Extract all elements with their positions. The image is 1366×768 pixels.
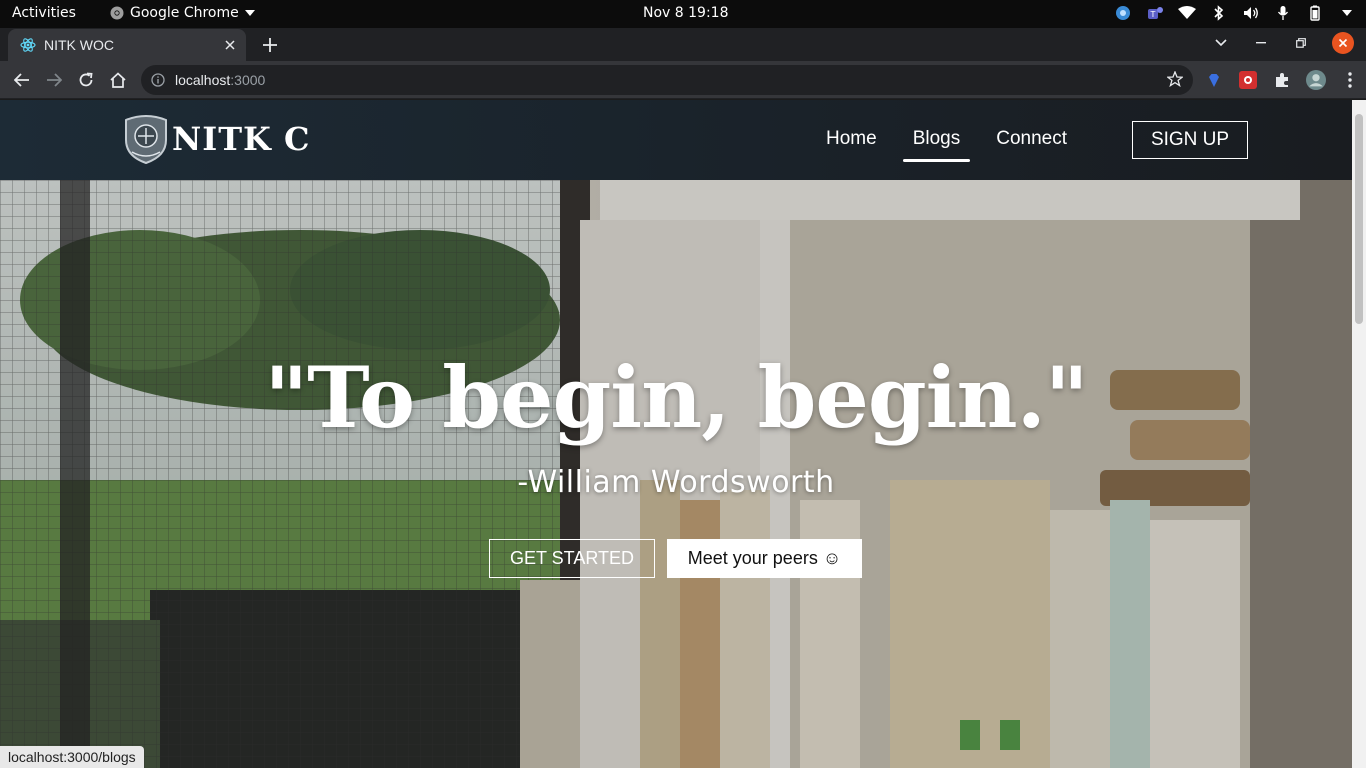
browser-tab[interactable]: NITK WOC	[8, 29, 246, 61]
activities-button[interactable]: Activities	[12, 5, 76, 21]
main-menu: Home Blogs Connect	[808, 126, 1085, 162]
extensions-puzzle-icon[interactable]	[1272, 70, 1292, 90]
url-text[interactable]: localhost:3000	[175, 72, 265, 88]
site-navbar: NITK C Home Blogs Connect SIGN UP	[0, 100, 1352, 180]
chrome-menu-dots-icon[interactable]	[1340, 70, 1360, 90]
reload-icon[interactable]	[75, 69, 97, 91]
nav-home-link[interactable]: Home	[808, 126, 895, 160]
close-tab-icon[interactable]	[220, 35, 240, 55]
site-info-icon[interactable]	[151, 73, 165, 87]
window-controls	[1212, 32, 1354, 54]
teams-icon[interactable]: T	[1146, 4, 1164, 22]
bluetooth-icon[interactable]	[1210, 4, 1228, 22]
nav-connect-link[interactable]: Connect	[978, 126, 1085, 160]
system-tray[interactable]: T	[1114, 4, 1356, 22]
scrollbar-thumb[interactable]	[1355, 114, 1363, 324]
browser-app-icon[interactable]	[1114, 4, 1132, 22]
back-arrow-icon[interactable]	[11, 69, 33, 91]
svg-text:T: T	[1150, 10, 1156, 19]
home-icon[interactable]	[107, 69, 129, 91]
profile-avatar[interactable]	[1306, 70, 1326, 90]
battery-icon[interactable]	[1306, 4, 1324, 22]
get-started-button[interactable]: GET STARTED	[489, 539, 655, 578]
meet-peers-button[interactable]: Meet your peers ☺	[667, 539, 862, 578]
tab-search-chevron-icon[interactable]	[1212, 34, 1230, 52]
link-status-bubble: localhost:3000/blogs	[0, 746, 144, 768]
caret-down-icon	[244, 10, 255, 16]
hero-section: "To begin, begin." -William Wordsworth G…	[0, 180, 1352, 768]
url-port: :3000	[230, 72, 266, 88]
forward-arrow-icon[interactable]	[43, 69, 65, 91]
hero-quote: "To begin, begin."	[264, 348, 1088, 447]
sign-up-button[interactable]: SIGN UP	[1132, 121, 1248, 159]
system-top-bar: Activities Google Chrome Nov 8 19:18 T	[0, 0, 1366, 28]
wifi-icon[interactable]	[1178, 4, 1196, 22]
new-tab-plus-icon[interactable]	[258, 33, 282, 57]
site-logo[interactable]: NITK C	[122, 114, 310, 164]
extensions-area	[1204, 70, 1360, 90]
brand-name: NITK C	[172, 120, 311, 158]
red-extension-icon[interactable]	[1238, 70, 1258, 90]
system-menu-caret-icon[interactable]	[1338, 4, 1356, 22]
restore-icon[interactable]	[1292, 34, 1310, 52]
volume-icon[interactable]	[1242, 4, 1260, 22]
chrome-icon	[110, 6, 124, 20]
microphone-icon[interactable]	[1274, 4, 1292, 22]
hero-author: -William Wordsworth	[517, 465, 835, 500]
web-page: NITK C Home Blogs Connect SIGN UP "To be…	[0, 100, 1352, 768]
url-host: localhost	[175, 72, 231, 88]
clock[interactable]: Nov 8 19:18	[643, 5, 728, 21]
close-window-icon[interactable]	[1332, 32, 1354, 54]
bookmark-star-icon[interactable]	[1165, 70, 1185, 92]
diamond-extension-icon[interactable]	[1204, 70, 1224, 90]
app-menu[interactable]: Google Chrome	[110, 5, 255, 21]
address-bar[interactable]: localhost:3000	[141, 65, 1193, 95]
crest-logo-icon	[125, 115, 167, 164]
react-favicon-icon	[20, 38, 36, 52]
browser-toolbar: localhost:3000	[0, 61, 1366, 99]
app-menu-label: Google Chrome	[130, 5, 239, 21]
nav-blogs-link[interactable]: Blogs	[895, 126, 979, 162]
tab-title: NITK WOC	[44, 37, 114, 53]
page-scrollbar[interactable]	[1352, 100, 1366, 768]
minimize-icon[interactable]	[1252, 34, 1270, 52]
tab-strip: NITK WOC	[0, 28, 1366, 61]
